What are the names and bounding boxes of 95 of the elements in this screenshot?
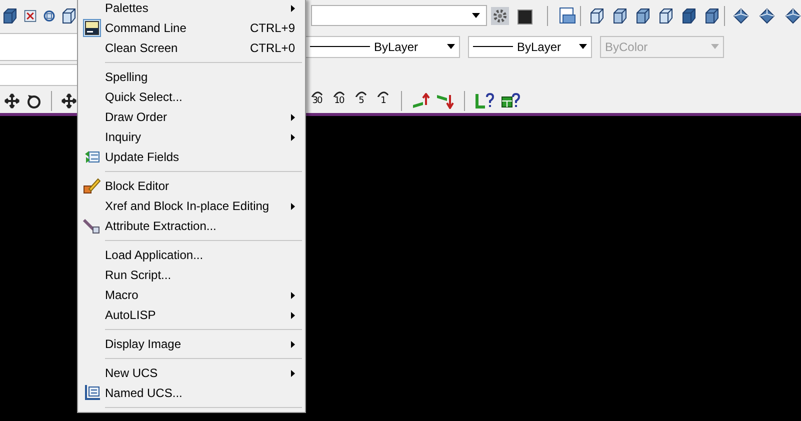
submenu-arrow-icon [291, 134, 295, 140]
cube-icon[interactable] [612, 8, 628, 24]
delete-box-icon[interactable] [24, 8, 36, 24]
menu-item[interactable]: Run Script... [78, 265, 305, 285]
layer-down-icon[interactable] [436, 92, 454, 108]
caret-icon [472, 13, 480, 18]
cube-icon[interactable] [589, 8, 605, 24]
shortcut-label: CTRL+0 [250, 40, 295, 57]
shortcut-label: CTRL+9 [250, 20, 295, 37]
menu-item[interactable]: Display Image [78, 334, 305, 354]
caret-icon [711, 44, 719, 49]
console-window-icon [82, 19, 100, 37]
dropdown-value: ByColor [605, 38, 649, 56]
cube-icon[interactable] [61, 8, 77, 24]
submenu-arrow-icon [291, 312, 295, 318]
menu-item[interactable]: Update Fields [78, 147, 305, 167]
menu-item-label: Quick Select... [105, 89, 182, 106]
submenu-arrow-icon [291, 292, 295, 298]
orbit-icon[interactable] [42, 8, 55, 24]
cube-icon[interactable] [2, 8, 18, 24]
menu-item[interactable]: Command Line CTRL+9 [78, 18, 305, 38]
menu-item-label: Xref and Block In-place Editing [105, 198, 270, 215]
menu-item[interactable]: Spelling [78, 67, 305, 87]
menu-item[interactable]: Block Editor [78, 176, 305, 196]
cube-icon[interactable] [681, 8, 697, 24]
cube-icon[interactable] [635, 8, 651, 24]
rotate-arc-icon [333, 90, 345, 96]
layer-up-icon[interactable] [412, 92, 430, 108]
menu-item-label: Inquiry [105, 129, 142, 146]
menu-item[interactable]: Clean Screen CTRL+0 [78, 38, 305, 58]
menu-item[interactable]: Inquiry [78, 127, 305, 147]
menu-item[interactable]: Attribute Extraction... [78, 216, 305, 236]
cube-icon[interactable] [658, 8, 674, 24]
menu-item[interactable]: New UCS [78, 363, 305, 383]
ucs-axes-icon [82, 384, 100, 402]
diamond-icon[interactable] [759, 8, 775, 24]
menu-item[interactable]: Macro [78, 285, 305, 305]
command-field[interactable] [0, 64, 77, 86]
caret-icon [447, 44, 455, 49]
refresh-list-icon [84, 150, 100, 164]
move-icon[interactable] [61, 92, 77, 108]
menu-item-label: Draw Order [105, 109, 168, 126]
submenu-arrow-icon [291, 114, 295, 120]
layer-field[interactable] [0, 32, 77, 60]
dropdown-value: ByLayer [517, 38, 562, 56]
rotate-icon[interactable] [26, 92, 42, 108]
query-area-icon[interactable] [501, 92, 521, 108]
menu-item-label: New UCS [105, 365, 158, 382]
menu-item-label: Macro [105, 287, 138, 304]
dark-image-icon[interactable] [517, 6, 533, 24]
menu-item-label: Named UCS... [105, 385, 182, 402]
rotate-angle-button[interactable]: 1 [375, 90, 391, 110]
submenu-arrow-icon [291, 202, 295, 210]
menu-item-label: Load Application... [105, 247, 204, 264]
rotate-angle-button[interactable]: 5 [353, 90, 369, 110]
cube-icon[interactable] [704, 8, 720, 24]
rotate-arc-icon [355, 90, 367, 96]
menu-item-label: Clean Screen [105, 40, 178, 57]
menu-item[interactable]: Draw Order [78, 107, 305, 127]
extraction-wand-icon [82, 218, 100, 234]
menu-item[interactable]: Quick Select... [78, 87, 305, 107]
rotate-arc-icon [377, 90, 389, 96]
rotate-angle-button[interactable]: 30 [309, 90, 325, 110]
menu-item-label: Command Line [105, 20, 186, 37]
menu-item-label: AutoLISP [105, 307, 156, 324]
menu-item-label: Block Editor [105, 178, 170, 195]
diamond-icon[interactable] [785, 8, 801, 24]
block-pencil-icon [82, 177, 100, 195]
menu-item-label: Display Image [105, 336, 182, 353]
submenu-arrow-icon [291, 4, 295, 12]
menu-item[interactable]: AutoLISP [78, 305, 305, 325]
gear-icon[interactable] [491, 6, 509, 24]
dropdown-value: ByLayer [374, 38, 420, 56]
caret-icon [579, 44, 587, 49]
line-sample-icon [473, 46, 513, 47]
rotate-angle-button[interactable]: 10 [331, 90, 347, 110]
submenu-arrow-icon [291, 370, 295, 376]
submenu-arrow-icon [291, 340, 295, 348]
menu-item[interactable]: Palettes [78, 0, 305, 18]
menu-item[interactable]: Load Application... [78, 245, 305, 265]
menu-item-label: Run Script... [105, 267, 172, 284]
menu-item[interactable]: Xref and Block In-place Editing [78, 196, 305, 216]
menu-item-label: Palettes [105, 0, 148, 17]
diamond-icon[interactable] [733, 8, 749, 24]
move-icon[interactable] [3, 92, 21, 108]
query-length-icon[interactable] [475, 92, 495, 108]
property-dropdown[interactable]: ByLayer [468, 36, 592, 58]
property-dropdown[interactable]: ByLayer [305, 36, 460, 58]
menu-item[interactable]: Named UCS... [78, 383, 305, 403]
menu-item-label: Attribute Extraction... [105, 218, 216, 235]
line-sample-icon [310, 46, 370, 47]
viewport-icon[interactable] [558, 6, 576, 24]
menu-item-label: Update Fields [105, 149, 180, 166]
rotate-arc-icon [311, 90, 323, 96]
menu-item-label: Spelling [105, 69, 148, 86]
